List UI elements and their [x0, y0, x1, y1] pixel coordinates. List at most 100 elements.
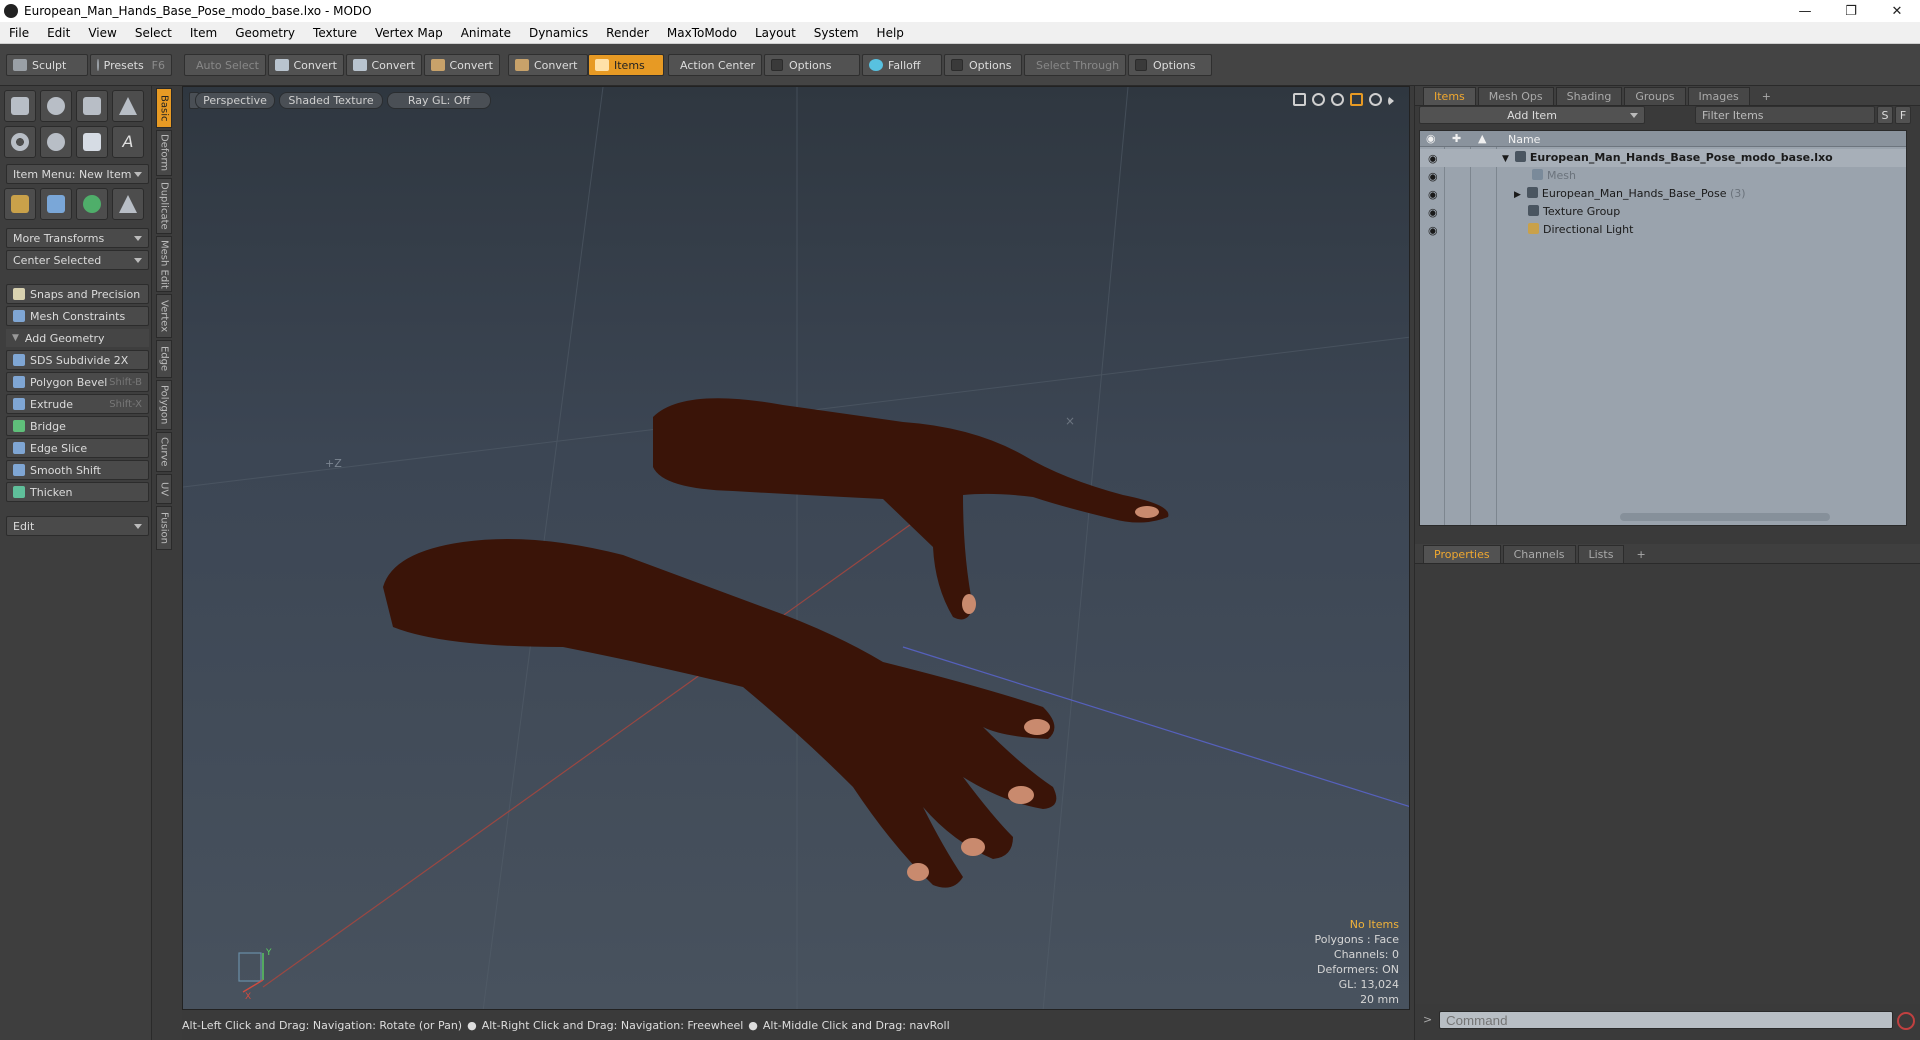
tab-lists[interactable]: Lists [1577, 545, 1625, 563]
viewport-settings-gear-icon[interactable] [1369, 93, 1382, 106]
presets-button[interactable]: Presets F6 [90, 54, 172, 76]
menu-animate[interactable]: Animate [452, 26, 520, 40]
s-button[interactable]: S [1877, 106, 1893, 124]
shaded-texture-button[interactable]: Shaded Texture [279, 92, 383, 109]
tree-row-hands-group[interactable]: ◉ ▶ European_Man_Hands_Base_Pose (3) [1420, 185, 1906, 203]
falloff-button[interactable]: Falloff [862, 54, 942, 76]
tab-shading[interactable]: Shading [1555, 87, 1623, 105]
menu-maxtomodo[interactable]: MaxToModo [658, 26, 746, 40]
mesh-constraints-button[interactable]: Mesh Constraints [6, 306, 149, 326]
hands-mesh[interactable] [383, 398, 1169, 888]
add-tab-icon[interactable]: + [1626, 545, 1655, 563]
more-transforms-dropdown[interactable]: More Transforms [6, 228, 149, 248]
f-button[interactable]: F [1895, 106, 1911, 124]
cylinder-tool[interactable] [76, 90, 108, 122]
tab-curve[interactable]: Curve [156, 432, 172, 472]
fit-view-icon[interactable] [1350, 93, 1363, 106]
auto-select-button[interactable]: Auto Select [184, 54, 266, 76]
menu-help[interactable]: Help [868, 26, 913, 40]
menu-texture[interactable]: Texture [304, 26, 366, 40]
globe-tool[interactable] [76, 188, 108, 220]
filter-items-input[interactable]: Filter Items [1695, 106, 1875, 124]
menu-select[interactable]: Select [126, 26, 181, 40]
options-checkbox-2[interactable] [951, 59, 963, 71]
tab-duplicate[interactable]: Duplicate [156, 178, 172, 234]
menu-item[interactable]: Item [181, 26, 226, 40]
tab-mesh-ops[interactable]: Mesh Ops [1477, 87, 1554, 105]
menu-view[interactable]: View [79, 26, 125, 40]
select-options-button[interactable]: Options [1128, 54, 1212, 76]
grid-tool[interactable] [40, 188, 72, 220]
eye-icon[interactable]: ◉ [1428, 188, 1440, 201]
action-options-button[interactable]: Options [764, 54, 860, 76]
horizontal-scrollbar[interactable] [1620, 513, 1830, 521]
tab-properties[interactable]: Properties [1423, 545, 1501, 563]
menu-render[interactable]: Render [597, 26, 658, 40]
3d-viewport[interactable]: +Z × Y X Perspective Shaded Texture Ray … [182, 86, 1410, 1010]
transform-tool[interactable] [4, 188, 36, 220]
eye-icon[interactable]: ◉ [1428, 152, 1440, 165]
extrude-button[interactable]: Extrude Shift-X [6, 394, 149, 414]
convert-button-3[interactable]: Convert [424, 54, 500, 76]
action-center-button[interactable]: Action Center [668, 54, 762, 76]
convert-button-1[interactable]: Convert [268, 54, 344, 76]
tab-polygon[interactable]: Polygon [156, 380, 172, 430]
perspective-view-button[interactable]: Perspective [195, 92, 275, 109]
menu-system[interactable]: System [805, 26, 868, 40]
falloff-options-button[interactable]: Options [944, 54, 1022, 76]
convert-button-4[interactable]: Convert [508, 54, 588, 76]
zoom-icon[interactable] [1331, 93, 1344, 106]
options-checkbox-3[interactable] [1135, 59, 1147, 71]
tab-basic[interactable]: Basic [156, 88, 172, 128]
command-input[interactable] [1439, 1011, 1893, 1029]
smooth-shift-button[interactable]: Smooth Shift [6, 460, 149, 480]
text-tool[interactable]: A [112, 126, 144, 158]
tab-edge[interactable]: Edge [156, 340, 172, 378]
add-geometry-header[interactable]: ▼ Add Geometry [6, 329, 149, 347]
bridge-button[interactable]: Bridge [6, 416, 149, 436]
cone-tool[interactable] [112, 90, 144, 122]
sculpt-button[interactable]: Sculpt [6, 54, 88, 76]
eye-icon[interactable]: ◉ [1428, 224, 1440, 237]
expand-triangle-icon[interactable]: ▼ [1502, 154, 1509, 164]
item-menu-dropdown[interactable]: Item Menu: New Item [6, 164, 149, 184]
menu-edit[interactable]: Edit [38, 26, 79, 40]
snaps-precision-button[interactable]: Snaps and Precision [6, 284, 149, 304]
pan-icon[interactable] [1293, 93, 1306, 106]
capsule-tool[interactable] [40, 126, 72, 158]
sphere-tool[interactable] [40, 90, 72, 122]
tab-deform[interactable]: Deform [156, 130, 172, 176]
add-item-dropdown[interactable]: Add Item [1419, 106, 1645, 124]
edit-dropdown[interactable]: Edit [6, 516, 149, 536]
menu-dynamics[interactable]: Dynamics [520, 26, 597, 40]
menu-geometry[interactable]: Geometry [226, 26, 304, 40]
tab-fusion[interactable]: Fusion [156, 506, 172, 550]
thicken-button[interactable]: Thicken [6, 482, 149, 502]
items-mode-button[interactable]: Items [588, 54, 664, 76]
menu-layout[interactable]: Layout [746, 26, 805, 40]
eye-icon[interactable]: ◉ [1428, 206, 1440, 219]
menu-file[interactable]: File [0, 26, 38, 40]
edge-slice-button[interactable]: Edge Slice [6, 438, 149, 458]
convert-button-2[interactable]: Convert [346, 54, 422, 76]
tree-row-mesh[interactable]: ◉ Mesh [1420, 167, 1906, 185]
tab-groups[interactable]: Groups [1624, 87, 1686, 105]
tab-uv[interactable]: UV [156, 474, 172, 504]
add-tab-icon[interactable]: + [1752, 87, 1781, 105]
options-checkbox-1[interactable] [771, 59, 783, 71]
menu-vertex-map[interactable]: Vertex Map [366, 26, 452, 40]
pyramid-tool[interactable] [112, 188, 144, 220]
polygon-bevel-button[interactable]: Polygon Bevel Shift-B [6, 372, 149, 392]
expand-triangle-icon[interactable]: ▶ [1514, 190, 1521, 200]
record-icon[interactable] [1897, 1012, 1915, 1030]
rotate-icon[interactable] [1312, 93, 1325, 106]
tab-channels[interactable]: Channels [1502, 545, 1576, 563]
eye-icon[interactable]: ◉ [1428, 170, 1440, 183]
ray-gl-button[interactable]: Ray GL: Off [387, 92, 491, 109]
tree-row-scene[interactable]: ◉ ▼ European_Man_Hands_Base_Pose_modo_bas… [1420, 149, 1906, 167]
tab-mesh-edit[interactable]: Mesh Edit [156, 236, 172, 292]
tree-row-texture-group[interactable]: ◉ Texture Group [1420, 203, 1906, 221]
center-selected-dropdown[interactable]: Center Selected [6, 250, 149, 270]
torus-tool[interactable] [4, 126, 36, 158]
pen-tool[interactable] [76, 126, 108, 158]
